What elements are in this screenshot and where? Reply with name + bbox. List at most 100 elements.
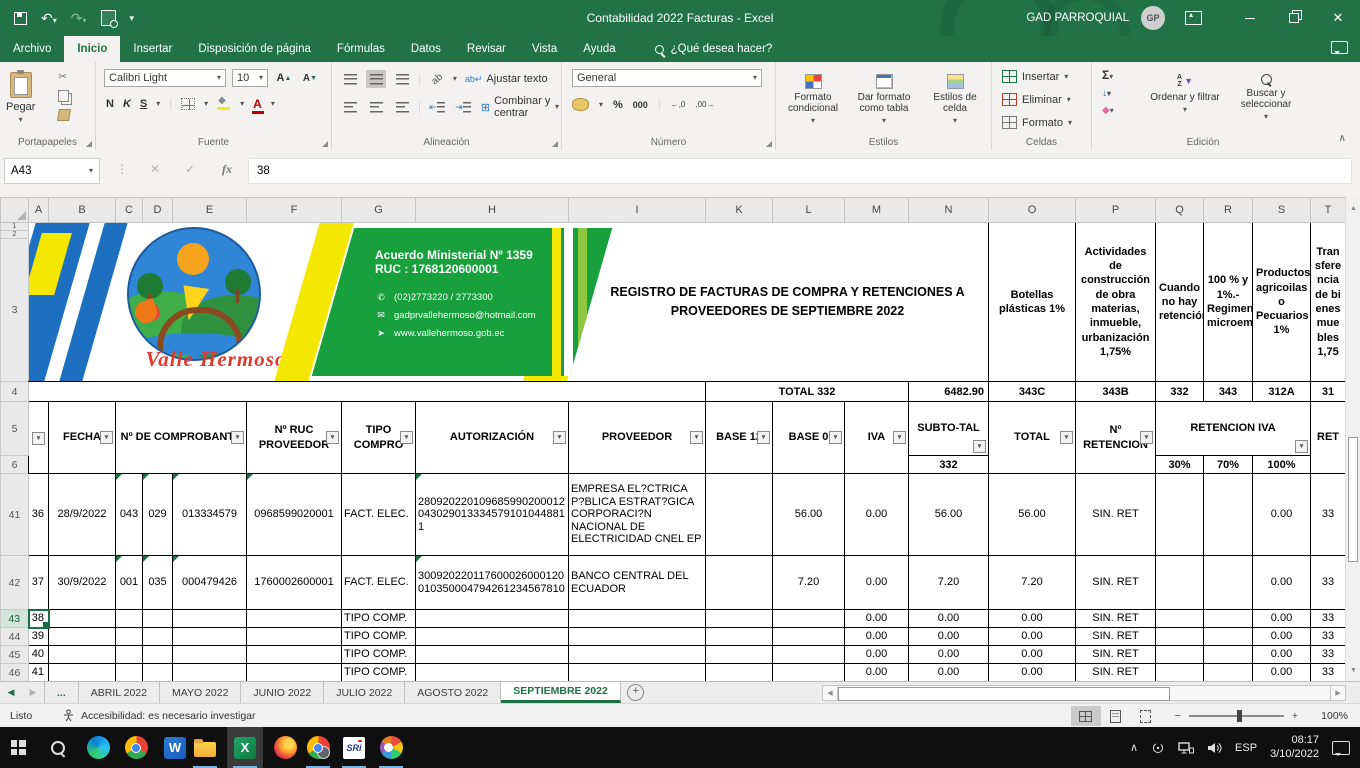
column-header-D[interactable]: D (143, 198, 173, 223)
cell[interactable]: SIN. RET (1076, 664, 1156, 682)
language-indicator[interactable]: ESP (1235, 742, 1257, 754)
cell[interactable] (706, 664, 773, 682)
column-header-T[interactable]: T (1311, 198, 1346, 223)
restore-button[interactable] (1272, 0, 1316, 36)
taskbar-explorer[interactable] (187, 727, 223, 768)
sort-filter-button[interactable]: AZ▼ Ordenar y filtrar▾ (1150, 68, 1220, 114)
cell[interactable]: 0.00 (845, 628, 909, 646)
cell[interactable] (173, 628, 247, 646)
vertical-scrollbar[interactable]: ▲ ▼ (1345, 197, 1360, 681)
cell[interactable] (116, 628, 143, 646)
filter-button[interactable]: ▼ (32, 432, 45, 445)
column-header-N[interactable]: N (909, 198, 989, 223)
cell[interactable]: 0.00 (845, 556, 909, 610)
cell[interactable]: 029 (143, 474, 173, 556)
cell[interactable]: 0.00 (909, 610, 989, 628)
cell[interactable]: 7.20 (909, 556, 989, 610)
filter-button[interactable]: ▼ (757, 431, 770, 444)
sheet-tab-julio[interactable]: JULIO 2022 (324, 682, 405, 703)
cell[interactable] (416, 382, 569, 402)
cell[interactable] (569, 664, 706, 682)
cell[interactable]: 0.00 (845, 664, 909, 682)
cell[interactable] (49, 382, 116, 402)
select-all-button[interactable] (1, 198, 29, 223)
cell[interactable]: 0.00 (989, 664, 1076, 682)
cell[interactable] (49, 610, 116, 628)
fill-handle[interactable] (42, 621, 49, 628)
insert-function-icon[interactable]: fx (222, 162, 232, 177)
filter-button[interactable]: ▼ (100, 431, 113, 444)
font-color-icon[interactable]: A (253, 98, 262, 110)
cell[interactable] (116, 382, 143, 402)
cell[interactable] (706, 628, 773, 646)
avatar[interactable]: GP (1141, 6, 1165, 30)
cell-ret-header[interactable]: Transferencia de bienes muebles 1,75 (1311, 223, 1346, 382)
cell[interactable] (143, 628, 173, 646)
row-header[interactable]: 2 (1, 231, 29, 239)
row-header[interactable]: 4 (1, 382, 29, 402)
cell[interactable] (1156, 610, 1204, 628)
tab-ayuda[interactable]: Ayuda (570, 36, 628, 62)
cell[interactable] (1156, 474, 1204, 556)
redo-icon[interactable]: ↷▾ (71, 11, 87, 25)
cell[interactable] (173, 664, 247, 682)
close-button[interactable]: ✕ (1316, 0, 1360, 36)
clear-icon[interactable]: ◆▾ (1102, 105, 1114, 116)
font-size-select[interactable]: 10▾ (232, 69, 268, 87)
cell[interactable]: SIN. RET (1076, 646, 1156, 664)
column-header-G[interactable]: G (342, 198, 416, 223)
row-header[interactable]: 3 (1, 239, 29, 382)
column-header-A[interactable]: A (29, 198, 49, 223)
cell[interactable]: 0.00 (909, 628, 989, 646)
taskbar-excel[interactable]: X (227, 727, 263, 768)
cell[interactable]: SIN. RET (1076, 610, 1156, 628)
scroll-down-icon[interactable]: ▼ (1346, 659, 1360, 681)
cell[interactable]: FACT. ELEC. (342, 556, 416, 610)
cut-icon[interactable]: ✂ (58, 70, 70, 83)
row-header[interactable]: 42 (1, 556, 29, 610)
cell-subtotal-code[interactable]: 332 (909, 456, 989, 474)
cell[interactable]: 3009202201176000260001200103500047942612… (416, 556, 569, 610)
cell[interactable]: 2809202201096859902000120430290133345791… (416, 474, 569, 556)
column-header-K[interactable]: K (706, 198, 773, 223)
number-dialog-launcher[interactable] (766, 141, 772, 147)
tab-disposicion[interactable]: Disposición de página (185, 36, 324, 62)
cell[interactable] (1204, 474, 1253, 556)
delete-cells-button[interactable]: Eliminar▾ (1002, 93, 1071, 106)
cell[interactable]: FACT. ELEC. (342, 474, 416, 556)
filter-button[interactable]: ▼ (1060, 431, 1073, 444)
cell-ret-code[interactable]: 332 (1156, 382, 1204, 402)
cell[interactable]: 7.20 (773, 556, 845, 610)
find-select-button[interactable]: Buscar y seleccionar▾ (1228, 68, 1304, 121)
tab-insertar[interactable]: Insertar (120, 36, 185, 62)
cell[interactable]: 33 (1311, 664, 1346, 682)
tab-vista[interactable]: Vista (519, 36, 570, 62)
align-left-icon[interactable] (340, 98, 360, 116)
taskbar-search[interactable] (40, 727, 76, 768)
filter-button[interactable]: ▼ (1295, 440, 1308, 453)
cell[interactable]: 40 (29, 646, 49, 664)
cell[interactable]: 0.00 (1253, 646, 1311, 664)
cell-p100[interactable]: 100% (1253, 456, 1311, 474)
header-fecha[interactable]: FECHA▼ (49, 402, 116, 474)
cell[interactable]: 0.00 (845, 474, 909, 556)
cell[interactable] (773, 646, 845, 664)
underline-button[interactable]: S (140, 98, 147, 110)
header-iva[interactable]: IVA▼ (845, 402, 909, 474)
clipboard-dialog-launcher[interactable] (86, 141, 92, 147)
cell[interactable] (173, 382, 247, 402)
zoom-in-icon[interactable]: + (1292, 710, 1298, 722)
cell[interactable] (773, 610, 845, 628)
filter-button[interactable]: ▼ (400, 431, 413, 444)
row-header[interactable]: 41 (1, 474, 29, 556)
align-top-icon[interactable] (340, 70, 360, 88)
insert-cells-button[interactable]: Insertar▾ (1002, 70, 1068, 83)
sheet-tab-abril[interactable]: ABRIL 2022 (79, 682, 160, 703)
cell[interactable]: 33 (1311, 474, 1346, 556)
cell[interactable]: 0.00 (1253, 628, 1311, 646)
zoom-slider[interactable]: − + (1175, 710, 1298, 722)
cell[interactable]: 1760002600001 (247, 556, 342, 610)
wrap-text-button[interactable]: ab↵Ajustar texto (463, 70, 550, 88)
cell[interactable] (706, 474, 773, 556)
decrease-decimal-icon[interactable]: ,00→ (695, 100, 714, 109)
